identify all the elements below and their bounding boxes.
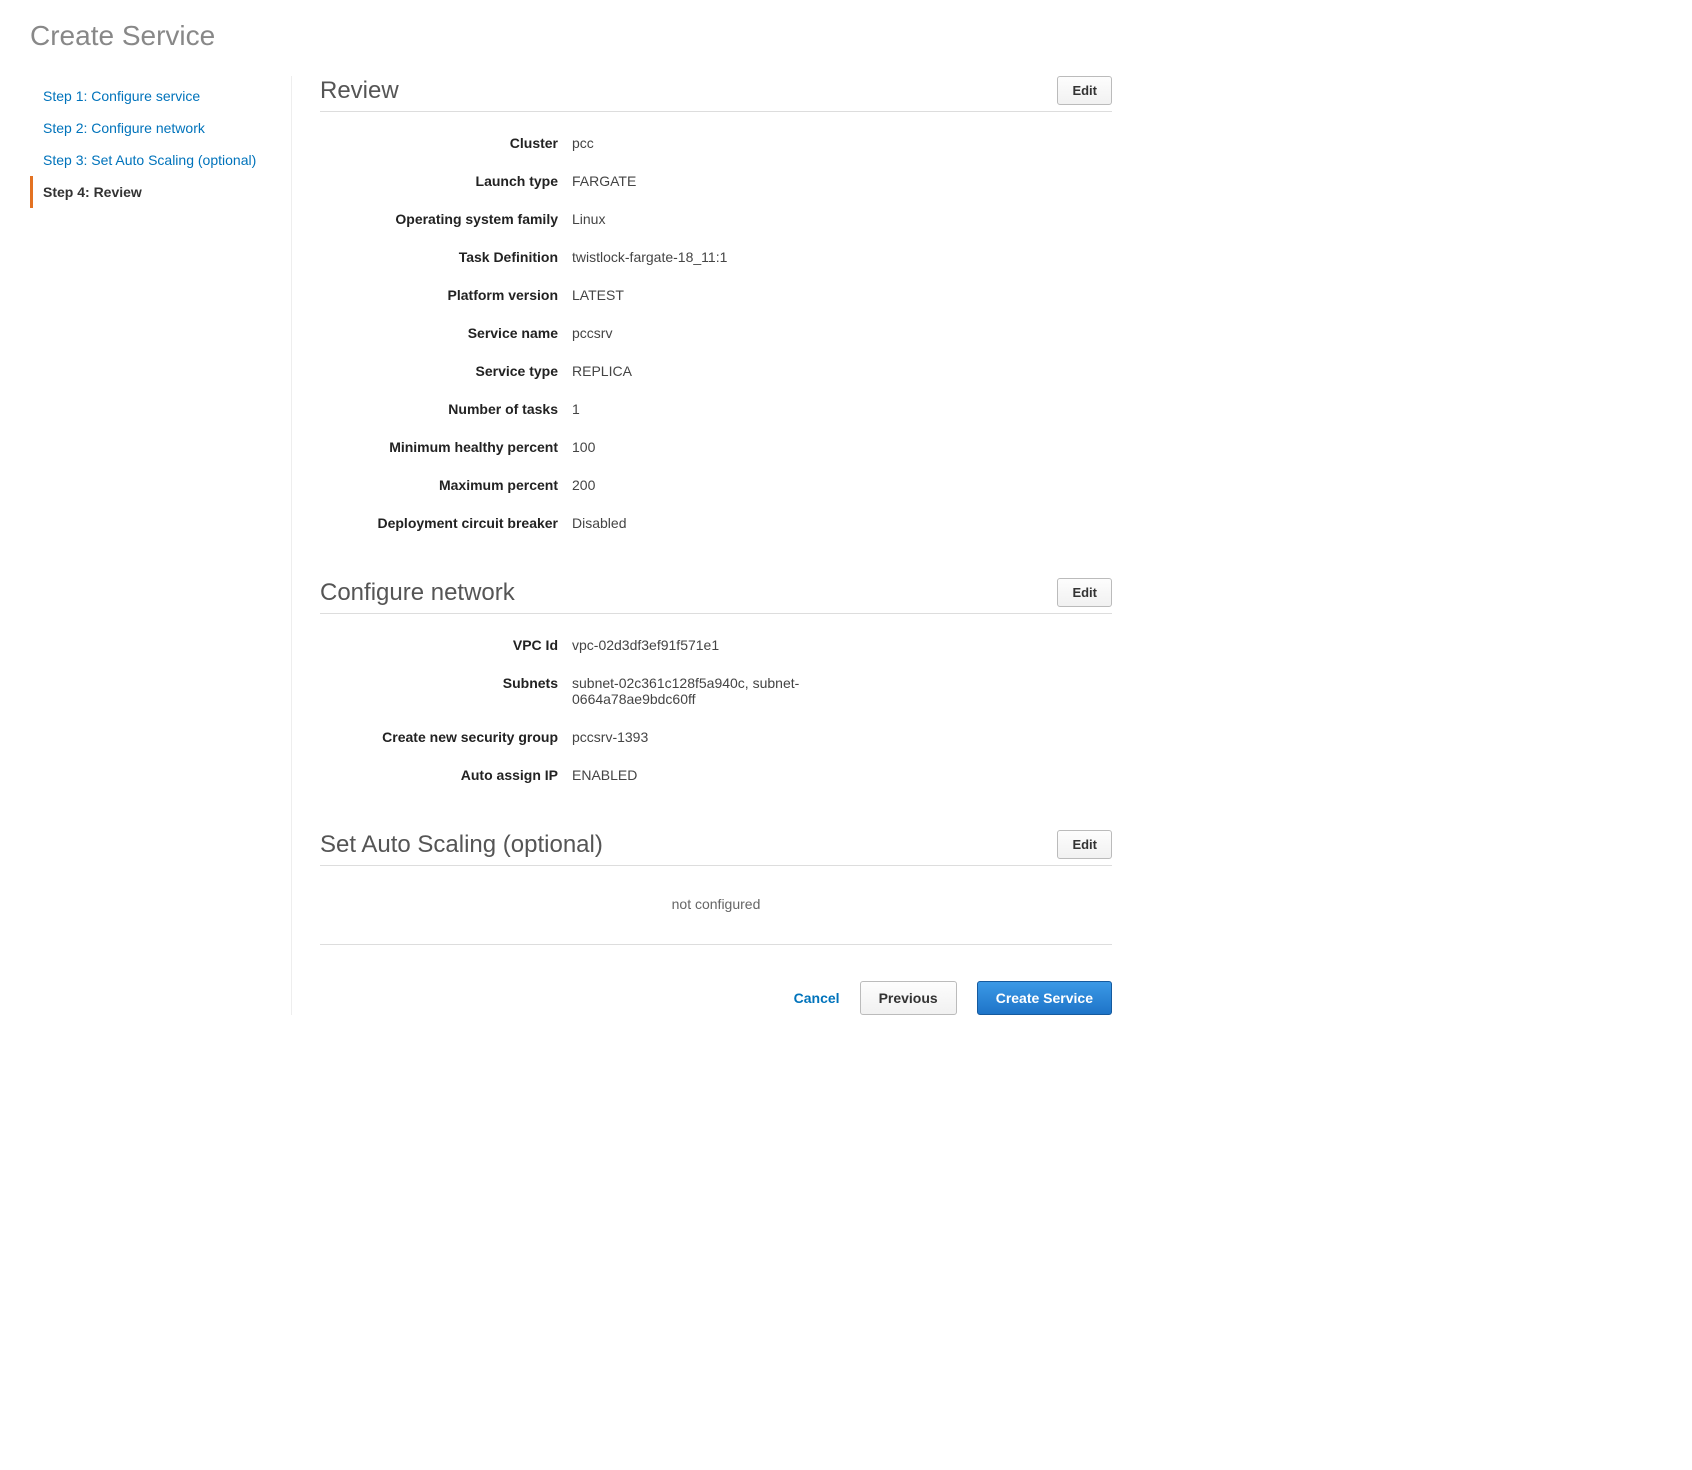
layout: Step 1: Configure service Step 2: Config… [30,76,1662,1015]
review-title: Review [320,77,399,105]
value-number-of-tasks: 1 [572,401,832,417]
label-cluster: Cluster [320,135,572,151]
network-header: Configure network Edit [320,578,1112,614]
label-security-group: Create new security group [320,729,572,745]
value-subnets: subnet-02c361c128f5a940c, subnet-0664a78… [572,675,832,707]
label-vpc-id: VPC Id [320,637,572,653]
edit-review-button[interactable]: Edit [1057,76,1112,105]
value-auto-assign-ip: ENABLED [572,767,832,783]
review-header: Review Edit [320,76,1112,112]
review-section: Review Edit Cluster pcc Launch type FARG… [320,76,1112,542]
value-min-healthy: 100 [572,439,832,455]
review-row-cluster: Cluster pcc [320,124,1112,162]
review-row-number-of-tasks: Number of tasks 1 [320,390,1112,428]
create-service-button[interactable]: Create Service [977,981,1112,1015]
label-service-name: Service name [320,325,572,341]
label-number-of-tasks: Number of tasks [320,401,572,417]
autoscaling-not-configured: not configured [320,878,1112,930]
page-title: Create Service [30,20,1662,52]
value-circuit-breaker: Disabled [572,515,832,531]
review-row-service-name: Service name pccsrv [320,314,1112,352]
network-title: Configure network [320,579,515,607]
network-row-auto-assign-ip: Auto assign IP ENABLED [320,756,1112,794]
value-service-type: REPLICA [572,363,832,379]
autoscaling-section: Set Auto Scaling (optional) Edit not con… [320,830,1112,945]
sidebar-item-step-1[interactable]: Step 1: Configure service [30,80,291,112]
action-row: Cancel Previous Create Service [320,981,1112,1015]
review-row-service-type: Service type REPLICA [320,352,1112,390]
autoscaling-title: Set Auto Scaling (optional) [320,831,603,859]
autoscaling-header: Set Auto Scaling (optional) Edit [320,830,1112,866]
label-task-definition: Task Definition [320,249,572,265]
divider [320,944,1112,945]
edit-autoscaling-button[interactable]: Edit [1057,830,1112,859]
network-row-vpc: VPC Id vpc-02d3df3ef91f571e1 [320,626,1112,664]
value-security-group: pccsrv-1393 [572,729,832,745]
cancel-link[interactable]: Cancel [794,990,840,1006]
label-max-percent: Maximum percent [320,477,572,493]
sidebar-item-step-2[interactable]: Step 2: Configure network [30,112,291,144]
network-row-security-group: Create new security group pccsrv-1393 [320,718,1112,756]
label-auto-assign-ip: Auto assign IP [320,767,572,783]
sidebar-item-step-4[interactable]: Step 4: Review [30,176,291,208]
network-section: Configure network Edit VPC Id vpc-02d3df… [320,578,1112,794]
label-subnets: Subnets [320,675,572,691]
label-os-family: Operating system family [320,211,572,227]
value-launch-type: FARGATE [572,173,832,189]
label-circuit-breaker: Deployment circuit breaker [320,515,572,531]
value-max-percent: 200 [572,477,832,493]
network-row-subnets: Subnets subnet-02c361c128f5a940c, subnet… [320,664,1112,718]
value-cluster: pcc [572,135,832,151]
value-vpc-id: vpc-02d3df3ef91f571e1 [572,637,832,653]
edit-network-button[interactable]: Edit [1057,578,1112,607]
previous-button[interactable]: Previous [860,981,957,1015]
review-row-min-healthy: Minimum healthy percent 100 [320,428,1112,466]
label-min-healthy: Minimum healthy percent [320,439,572,455]
value-service-name: pccsrv [572,325,832,341]
review-row-max-percent: Maximum percent 200 [320,466,1112,504]
review-row-platform-version: Platform version LATEST [320,276,1112,314]
review-row-launch-type: Launch type FARGATE [320,162,1112,200]
label-launch-type: Launch type [320,173,572,189]
review-row-circuit-breaker: Deployment circuit breaker Disabled [320,504,1112,542]
review-row-task-definition: Task Definition twistlock-fargate-18_11:… [320,238,1112,276]
value-platform-version: LATEST [572,287,832,303]
review-row-os-family: Operating system family Linux [320,200,1112,238]
sidebar-item-step-3[interactable]: Step 3: Set Auto Scaling (optional) [30,144,291,176]
main-content: Review Edit Cluster pcc Launch type FARG… [292,76,1112,1015]
label-platform-version: Platform version [320,287,572,303]
sidebar: Step 1: Configure service Step 2: Config… [30,76,292,1015]
value-os-family: Linux [572,211,832,227]
label-service-type: Service type [320,363,572,379]
value-task-definition: twistlock-fargate-18_11:1 [572,249,832,265]
